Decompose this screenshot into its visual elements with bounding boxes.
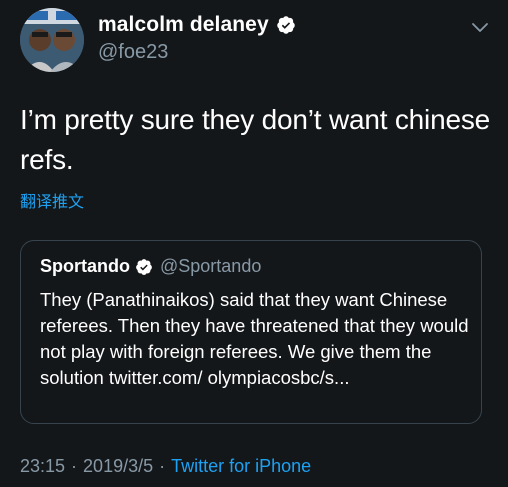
quoted-tweet-text: They (Panathinaikos) said that they want… xyxy=(40,289,469,388)
author-name[interactable]: malcolm delaney xyxy=(98,13,269,37)
tweet-meta: 23:15 · 2019/3/5 · Twitter for iPhone xyxy=(20,456,311,477)
quoted-tweet-card[interactable]: Sportando @Sportando They (Panathinaikos… xyxy=(20,240,482,424)
tweet-time: 23:15 xyxy=(20,456,66,476)
verified-badge-icon xyxy=(135,258,153,276)
verified-badge-icon xyxy=(276,15,296,35)
chevron-down-icon[interactable] xyxy=(469,16,491,38)
tweet-date: 2019/3/5 xyxy=(83,456,154,476)
tweet-text: I’m pretty sure they don’t want chinese … xyxy=(20,104,490,175)
avatar-image xyxy=(20,8,84,72)
meta-separator: · xyxy=(159,456,166,476)
translate-tweet-link[interactable]: 翻译推文 xyxy=(20,188,84,212)
meta-separator: · xyxy=(71,456,78,476)
quoted-tweet-header: Sportando @Sportando xyxy=(40,256,261,277)
tweet-source-link[interactable]: Twitter for iPhone xyxy=(171,456,311,476)
author-name-row[interactable]: malcolm delaney xyxy=(98,13,296,37)
quoted-author-name: Sportando xyxy=(40,256,130,276)
quoted-author-handle: @Sportando xyxy=(160,256,262,276)
avatar[interactable] xyxy=(20,8,84,72)
author-handle[interactable]: @foe23 xyxy=(98,41,168,64)
